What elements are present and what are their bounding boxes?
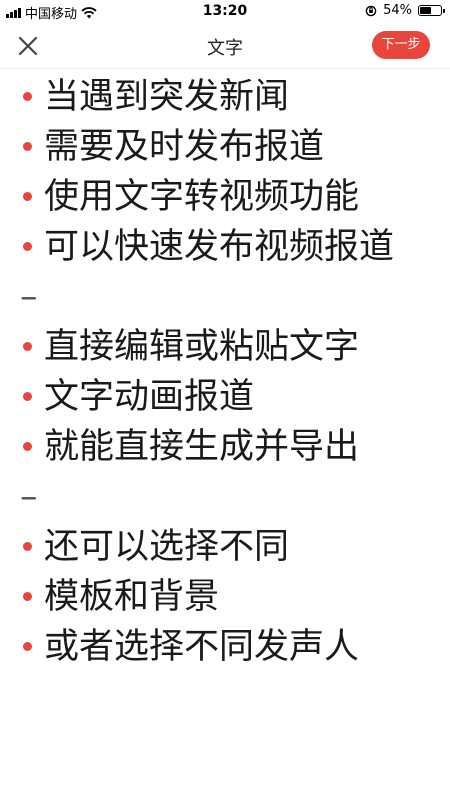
bullet-icon bbox=[23, 92, 32, 101]
text-line[interactable]: 模板和背景 bbox=[0, 572, 450, 622]
battery-icon bbox=[418, 5, 445, 16]
text-content[interactable]: 当遇到突发新闻 需要及时发布报道 使用文字转视频功能 可以快速发布视频报道 – 直接编辑或… bbox=[0, 72, 450, 672]
line-text: 就能直接生成并导出 bbox=[44, 427, 360, 467]
bullet-icon bbox=[23, 442, 32, 451]
bullet-icon bbox=[23, 542, 32, 551]
line-text: 使用文字转视频功能 bbox=[44, 177, 360, 217]
bullet-icon bbox=[23, 392, 32, 401]
line-text: 或者选择不同发声人 bbox=[44, 627, 360, 667]
line-text: 可以快速发布视频报道 bbox=[44, 227, 395, 267]
text-line[interactable]: 直接编辑或粘贴文字 bbox=[0, 322, 450, 372]
bullet-icon bbox=[23, 192, 32, 201]
line-text: 需要及时发布报道 bbox=[44, 127, 325, 167]
text-line[interactable]: 当遇到突发新闻 bbox=[0, 72, 450, 122]
next-step-button[interactable]: 下一步 bbox=[372, 31, 430, 59]
bullet-icon bbox=[23, 142, 32, 151]
line-text: 文字动画报道 bbox=[44, 377, 255, 417]
text-line[interactable]: 可以快速发布视频报道 bbox=[0, 222, 450, 272]
separator-line[interactable]: – bbox=[0, 272, 450, 322]
status-bar: 中国移动 13:20 54% bbox=[0, 0, 450, 22]
bullet-icon bbox=[23, 592, 32, 601]
bullet-icon bbox=[23, 342, 32, 351]
text-line[interactable]: 使用文字转视频功能 bbox=[0, 172, 450, 222]
separator-mark: – bbox=[20, 477, 38, 517]
line-text: 当遇到突发新闻 bbox=[44, 77, 290, 117]
separator-mark: – bbox=[20, 277, 38, 317]
bullet-icon bbox=[23, 242, 32, 251]
text-line[interactable]: 就能直接生成并导出 bbox=[0, 422, 450, 472]
text-line[interactable]: 或者选择不同发声人 bbox=[0, 622, 450, 672]
separator-line[interactable]: – bbox=[0, 472, 450, 522]
line-text: 直接编辑或粘贴文字 bbox=[44, 327, 360, 367]
text-line[interactable]: 还可以选择不同 bbox=[0, 522, 450, 572]
battery-fill bbox=[420, 7, 431, 14]
line-text: 还可以选择不同 bbox=[44, 527, 290, 567]
text-line[interactable]: 文字动画报道 bbox=[0, 372, 450, 422]
nav-header: 文字 下一步 bbox=[0, 22, 450, 69]
battery-percent: 54% bbox=[383, 3, 412, 18]
orientation-lock-icon bbox=[365, 5, 377, 16]
text-line[interactable]: 需要及时发布报道 bbox=[0, 122, 450, 172]
line-text: 模板和背景 bbox=[44, 577, 220, 617]
bullet-icon bbox=[23, 642, 32, 651]
status-right: 54% bbox=[365, 3, 445, 18]
